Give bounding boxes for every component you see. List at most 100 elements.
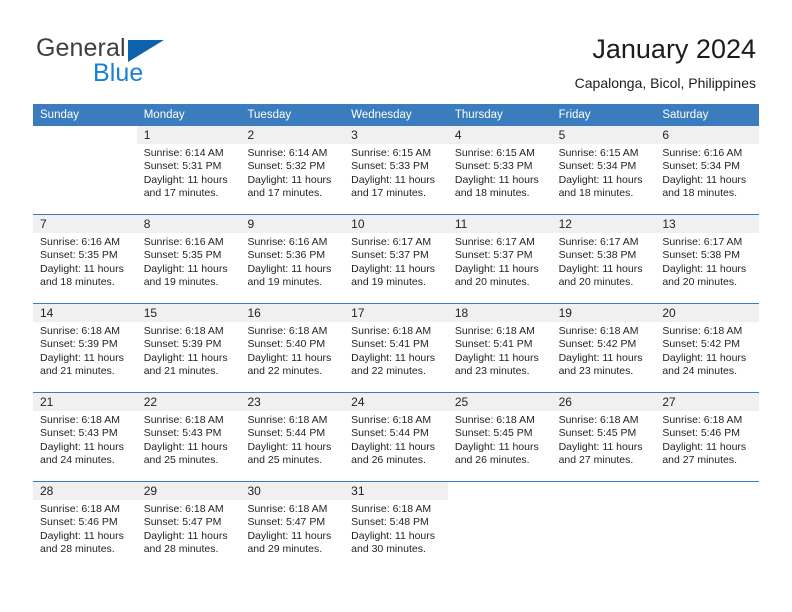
daylight-text: Daylight: 11 hours and 17 minutes. [351,173,436,200]
day-cell[interactable]: 19 Sunrise: 6:18 AM Sunset: 5:42 PM Dayligh… [551,304,656,392]
day-cell[interactable]: 22 Sunrise: 6:18 AM Sunset: 5:43 PM Dayligh… [136,393,241,481]
sunrise-text: Sunrise: 6:17 AM [662,236,743,248]
day-cell[interactable]: 31 Sunrise: 6:18 AM Sunset: 5:48 PM Dayligh… [344,482,448,570]
sunset-text: Sunset: 5:33 PM [454,160,533,173]
day-cell[interactable]: 28 Sunrise: 6:18 AM Sunset: 5:46 PM Dayligh… [33,482,137,570]
sunset-text: Sunset: 5:38 PM [662,249,740,262]
day-cell[interactable]: 1 Sunrise: 6:14 AM Sunset: 5:31 PM Daylight… [136,126,241,214]
day-cell[interactable]: 15 Sunrise: 6:18 AM Sunset: 5:39 PM Dayligh… [136,304,241,392]
day-cell-empty [447,482,552,570]
sunrise-text: Sunrise: 6:18 AM [143,503,224,515]
day-cell[interactable]: 8 Sunrise: 6:16 AM Sunset: 5:35 PM Daylight… [136,215,241,303]
day-number: 22 [136,393,241,411]
page-subtitle: Capalonga, Bicol, Philippines [574,75,756,91]
day-cell[interactable]: 3 Sunrise: 6:15 AM Sunset: 5:33 PM Daylight… [344,126,448,214]
day-number: 7 [33,215,137,233]
day-cell[interactable]: 4 Sunrise: 6:15 AM Sunset: 5:33 PM Daylight… [447,126,552,214]
sunrise-text: Sunrise: 6:18 AM [662,414,743,426]
day-cell[interactable]: 21 Sunrise: 6:18 AM Sunset: 5:43 PM Dayligh… [33,393,137,481]
day-cell[interactable]: 16 Sunrise: 6:18 AM Sunset: 5:40 PM Dayligh… [240,304,345,392]
sunset-text: Sunset: 5:45 PM [454,427,533,440]
day-number: 10 [344,215,448,233]
day-cell[interactable]: 20 Sunrise: 6:18 AM Sunset: 5:42 PM Dayligh… [655,304,760,392]
day-cell[interactable]: 10 Sunrise: 6:17 AM Sunset: 5:37 PM Dayligh… [344,215,448,303]
sunset-text: Sunset: 5:32 PM [247,160,326,173]
sunrise-text: Sunrise: 6:18 AM [247,414,328,426]
day-sun-info: Sunrise: 6:16 AM Sunset: 5:35 PM Daylight:… [137,233,241,290]
sunrise-text: Sunrise: 6:16 AM [143,236,224,248]
day-cell[interactable]: 23 Sunrise: 6:18 AM Sunset: 5:44 PM Dayligh… [240,393,345,481]
daylight-text: Daylight: 11 hours and 29 minutes. [247,529,332,556]
day-number: 23 [240,393,345,411]
day-number: 4 [447,126,552,144]
day-cell[interactable]: 2 Sunrise: 6:14 AM Sunset: 5:32 PM Daylight… [240,126,345,214]
day-cell[interactable]: 7 Sunrise: 6:16 AM Sunset: 5:35 PM Daylight… [33,215,137,303]
day-sun-info: Sunrise: 6:18 AM Sunset: 5:42 PM Daylight:… [655,322,759,379]
day-cell[interactable]: 24 Sunrise: 6:18 AM Sunset: 5:44 PM Dayligh… [344,393,448,481]
daylight-text: Daylight: 11 hours and 21 minutes. [40,351,124,378]
sunrise-text: Sunrise: 6:18 AM [351,325,432,337]
sunset-text: Sunset: 5:36 PM [247,249,326,262]
day-sun-info: Sunrise: 6:18 AM Sunset: 5:39 PM Daylight:… [137,322,241,379]
day-sun-info: Sunrise: 6:18 AM Sunset: 5:45 PM Daylight:… [552,411,656,468]
day-cell[interactable]: 9 Sunrise: 6:16 AM Sunset: 5:36 PM Daylight… [240,215,345,303]
week-days: 21 Sunrise: 6:18 AM Sunset: 5:43 PM Dayligh… [33,393,760,481]
day-cell[interactable]: 12 Sunrise: 6:17 AM Sunset: 5:38 PM Dayligh… [551,215,656,303]
sunrise-text: Sunrise: 6:18 AM [40,503,120,515]
day-cell[interactable]: 26 Sunrise: 6:18 AM Sunset: 5:45 PM Dayligh… [551,393,656,481]
day-cell[interactable]: 27 Sunrise: 6:18 AM Sunset: 5:46 PM Dayligh… [655,393,760,481]
sunset-text: Sunset: 5:43 PM [143,427,222,440]
sunset-text: Sunset: 5:33 PM [351,160,429,173]
day-sun-info: Sunrise: 6:15 AM Sunset: 5:34 PM Daylight:… [552,144,656,201]
daylight-text: Daylight: 11 hours and 30 minutes. [351,529,436,556]
day-cell[interactable]: 11 Sunrise: 6:17 AM Sunset: 5:37 PM Dayligh… [447,215,552,303]
sunset-text: Sunset: 5:37 PM [351,249,429,262]
daylight-text: Daylight: 11 hours and 25 minutes. [143,440,228,467]
day-sun-info: Sunrise: 6:18 AM Sunset: 5:44 PM Daylight:… [240,411,344,468]
day-sun-info: Sunrise: 6:17 AM Sunset: 5:38 PM Daylight:… [655,233,759,290]
weekday-header-sunday: Sunday [40,109,80,121]
day-cell[interactable]: 13 Sunrise: 6:17 AM Sunset: 5:38 PM Dayligh… [655,215,760,303]
calendar-week-row: 7 Sunrise: 6:16 AM Sunset: 5:35 PM Daylight… [33,214,760,303]
sunrise-text: Sunrise: 6:18 AM [351,414,432,426]
sunset-text: Sunset: 5:42 PM [662,338,740,351]
day-number: 5 [551,126,656,144]
day-cell[interactable]: 17 Sunrise: 6:18 AM Sunset: 5:41 PM Dayligh… [344,304,448,392]
sunrise-text: Sunrise: 6:14 AM [143,147,224,159]
day-number: 24 [344,393,448,411]
daylight-text: Daylight: 11 hours and 22 minutes. [247,351,332,378]
sunset-text: Sunset: 5:41 PM [454,338,533,351]
daylight-text: Daylight: 11 hours and 19 minutes. [351,262,436,289]
day-cell[interactable]: 14 Sunrise: 6:18 AM Sunset: 5:39 PM Dayligh… [33,304,137,392]
day-number: 26 [551,393,656,411]
daylight-text: Daylight: 11 hours and 18 minutes. [40,262,124,289]
day-cell[interactable]: 25 Sunrise: 6:18 AM Sunset: 5:45 PM Dayligh… [447,393,552,481]
day-number: 19 [551,304,656,322]
daylight-text: Daylight: 11 hours and 23 minutes. [558,351,643,378]
general-blue-logo[interactable]: General Blue [36,34,256,90]
sunset-text: Sunset: 5:35 PM [40,249,118,262]
day-number: 25 [447,393,552,411]
sunset-text: Sunset: 5:41 PM [351,338,429,351]
sunrise-text: Sunrise: 6:18 AM [143,414,224,426]
day-cell[interactable]: 6 Sunrise: 6:16 AM Sunset: 5:34 PM Daylight… [655,126,760,214]
day-number: 27 [655,393,760,411]
sunrise-text: Sunrise: 6:18 AM [247,325,328,337]
sunset-text: Sunset: 5:39 PM [143,338,222,351]
day-sun-info: Sunrise: 6:18 AM Sunset: 5:45 PM Daylight:… [448,411,552,468]
day-cell[interactable]: 18 Sunrise: 6:18 AM Sunset: 5:41 PM Dayligh… [447,304,552,392]
day-number: 3 [344,126,448,144]
day-number: 29 [136,482,241,500]
sunrise-text: Sunrise: 6:16 AM [247,236,328,248]
sunrise-text: Sunrise: 6:18 AM [454,414,535,426]
day-cell[interactable]: 5 Sunrise: 6:15 AM Sunset: 5:34 PM Daylight… [551,126,656,214]
logo-text-general: General [36,34,126,62]
sunset-text: Sunset: 5:46 PM [662,427,740,440]
daylight-text: Daylight: 11 hours and 18 minutes. [558,173,643,200]
daylight-text: Daylight: 11 hours and 19 minutes. [143,262,228,289]
day-cell[interactable]: 30 Sunrise: 6:18 AM Sunset: 5:47 PM Dayligh… [240,482,345,570]
day-cell[interactable]: 29 Sunrise: 6:18 AM Sunset: 5:47 PM Dayligh… [136,482,241,570]
day-number [655,482,760,500]
calendar-week-row: 21 Sunrise: 6:18 AM Sunset: 5:43 PM Dayligh… [33,392,760,481]
calendar-page: General Blue January 2024 Capalonga, Bic… [0,0,792,612]
